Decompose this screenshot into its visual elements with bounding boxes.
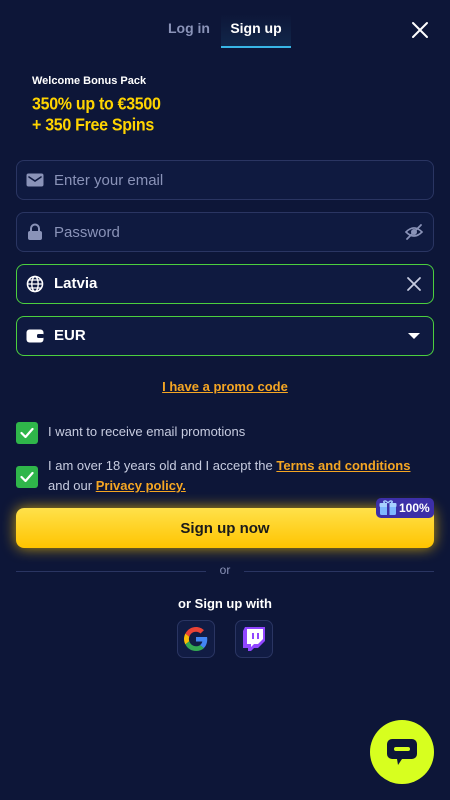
bonus-percent-badge: 100% <box>376 498 434 518</box>
checkmark-icon <box>20 471 34 483</box>
privacy-link[interactable]: Privacy policy. <box>96 478 186 493</box>
tab-login[interactable]: Log in <box>160 14 218 48</box>
twitch-signup-button[interactable] <box>235 620 273 658</box>
globe-icon <box>26 275 44 293</box>
chevron-down-icon <box>404 326 424 346</box>
tab-signup[interactable]: Sign up <box>221 14 291 48</box>
country-select[interactable]: Latvia <box>16 264 434 304</box>
bonus-headline: 350% up to €3500 <box>32 95 161 114</box>
terms-row: I am over 18 years old and I accept the … <box>16 458 428 496</box>
terms-link[interactable]: Terms and conditions <box>276 458 410 473</box>
currency-value: EUR <box>54 327 86 344</box>
promo-code-link[interactable]: I have a promo code <box>0 379 450 394</box>
password-input[interactable] <box>54 213 404 251</box>
bonus-kicker: Welcome Bonus Pack <box>32 75 147 87</box>
checkmark-icon <box>20 427 34 439</box>
email-input[interactable] <box>54 161 433 199</box>
terms-label: I am over 18 years old and I accept the … <box>48 456 428 496</box>
terms-middle: and our <box>48 478 93 493</box>
currency-select[interactable]: EUR <box>16 316 434 356</box>
or-divider: or <box>16 563 434 577</box>
email-promos-checkbox[interactable] <box>16 422 38 444</box>
social-signup-title: or Sign up with <box>178 596 272 611</box>
bonus-free-spins: + 350 Free Spins <box>32 116 154 135</box>
close-icon <box>412 22 428 38</box>
email-promos-row: I want to receive email promotions <box>16 422 245 444</box>
or-text: or <box>219 563 231 577</box>
email-promos-label: I want to receive email promotions <box>48 424 246 439</box>
gift-icon <box>379 500 397 515</box>
chat-button[interactable] <box>370 720 434 784</box>
google-signup-button[interactable] <box>177 620 215 658</box>
auth-tabs: Log in Sign up <box>0 0 450 48</box>
country-value: Latvia <box>54 275 98 292</box>
hide-password-icon[interactable] <box>404 222 424 242</box>
clear-icon[interactable] <box>404 274 424 294</box>
google-icon <box>184 627 208 651</box>
terms-checkbox[interactable] <box>16 466 38 488</box>
bonus-percent-label: 100% <box>399 501 430 515</box>
sign-up-button[interactable]: Sign up now <box>16 508 434 548</box>
close-button[interactable] <box>408 18 432 42</box>
chat-bubble-icon <box>387 739 417 765</box>
wallet-icon <box>26 327 44 345</box>
terms-prefix: I am over 18 years old and I accept the <box>48 458 273 473</box>
password-field-wrapper <box>16 212 434 252</box>
lock-icon <box>26 223 44 241</box>
twitch-icon <box>243 627 265 651</box>
email-field-wrapper <box>16 160 434 200</box>
envelope-icon <box>26 171 44 189</box>
